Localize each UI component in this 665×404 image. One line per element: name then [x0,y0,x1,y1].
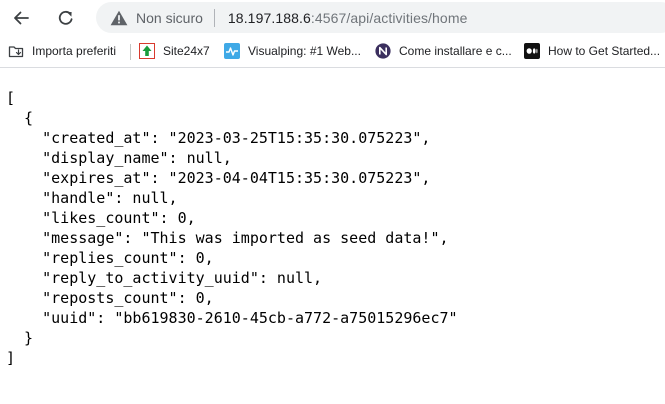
json-response-body: [ { "created_at": "2023-03-25T15:35:30.0… [6,88,458,368]
json-line: "likes_count": 0, [6,209,196,227]
reload-button[interactable] [53,5,79,31]
come-installare-icon [375,43,391,59]
bookmarks-bar: Importa preferiti Site24x7 Visualping: #… [0,36,665,68]
site24x7-icon [139,43,155,59]
json-line: { [6,109,34,127]
reload-icon [58,10,73,25]
json-line: "display_name": null, [6,149,232,167]
bookmark-label: How to Get Started... [548,44,661,58]
bookmark-label: Visualping: #1 Web... [248,44,361,58]
back-arrow-icon [14,11,29,25]
json-line: "expires_at": "2023-04-04T15:35:30.07522… [6,169,431,187]
warning-icon [110,10,128,25]
json-line: ] [6,349,16,367]
bookmark-label: Come installare e c... [399,44,512,58]
security-status-label[interactable]: Non sicuro [136,10,203,26]
json-line: } [6,329,34,347]
bookmark-how-to-get-started[interactable]: How to Get Started... [524,40,660,62]
json-line: "message": "This was imported as seed da… [6,229,449,247]
json-line: "replies_count": 0, [6,249,214,267]
bookmark-importa-preferiti[interactable]: Importa preferiti [8,40,116,62]
url-host: 18.197.188.6 [227,9,311,26]
json-line: "reply_to_activity_uuid": null, [6,269,323,287]
bookmark-label: Site24x7 [163,44,210,58]
bookmark-site24x7[interactable]: Site24x7 [139,40,210,62]
json-line: "created_at": "2023-03-25T15:35:30.07522… [6,129,431,147]
address-bar-divider [213,8,215,27]
browser-toolbar: Non sicuro 18.197.188.6:4567/api/activit… [0,0,665,35]
address-bar[interactable]: Non sicuro 18.197.188.6:4567/api/activit… [96,2,665,33]
json-line: "uuid": "bb619830-2610-45cb-a772-a750152… [6,309,458,327]
bookmarks-separator [130,44,131,60]
back-button[interactable] [8,5,34,31]
visualping-icon [224,43,240,59]
bookmark-visualping[interactable]: Visualping: #1 Web... [224,40,361,62]
url-path: :4567/api/activities/home [310,9,468,26]
json-line: "reposts_count": 0, [6,289,214,307]
bookmark-come-installare[interactable]: Come installare e c... [375,40,512,62]
json-line: [ [6,89,16,107]
medium-icon [524,43,540,59]
bookmark-label: Importa preferiti [32,44,117,58]
import-bookmarks-icon [8,43,24,59]
json-line: "handle": null, [6,189,178,207]
url-text[interactable]: 18.197.188.6:4567/api/activities/home [228,10,468,26]
